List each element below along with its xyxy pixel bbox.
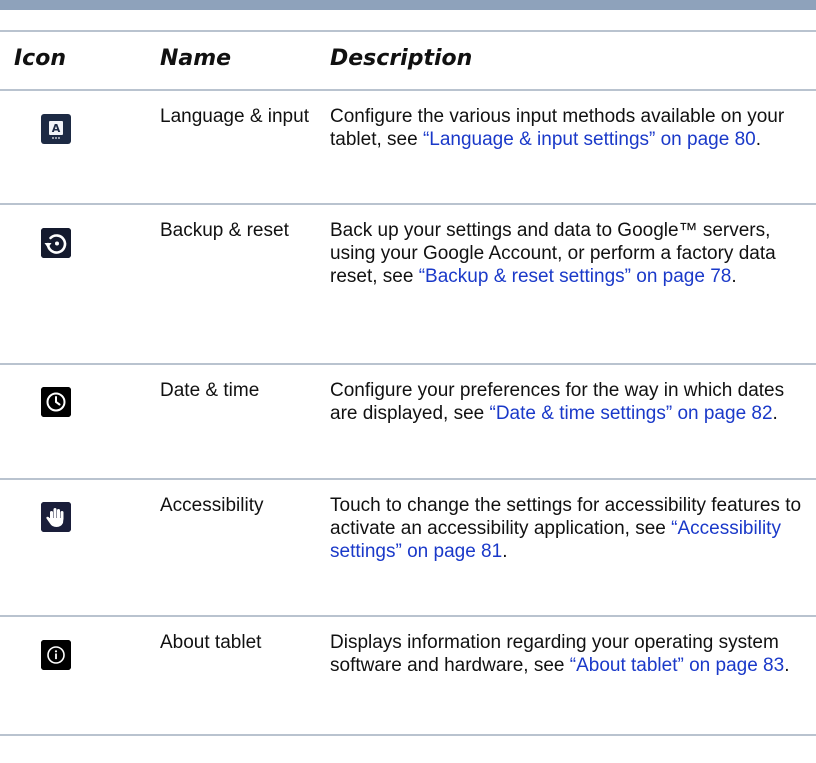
row-name: Language & input: [160, 106, 309, 127]
language-icon: A: [41, 114, 71, 144]
table-header: Icon Name Description: [0, 38, 816, 84]
row-description: Configure your preferences for the way i…: [330, 379, 810, 425]
date-time-settings-link[interactable]: “Date & time settings” on page 82: [490, 403, 773, 424]
hand-icon: [41, 502, 71, 532]
svg-text:A: A: [52, 122, 61, 135]
description-period: .: [755, 129, 761, 150]
header-icon: Icon: [14, 46, 67, 71]
table-row: Backup & reset Back up your settings and…: [0, 205, 816, 363]
backup-settings-link[interactable]: “Backup & reset settings” on page 78: [419, 266, 732, 287]
table-row: Accessibility Touch to change the settin…: [0, 480, 816, 615]
row-description: Touch to change the settings for accessi…: [330, 494, 810, 563]
table-row: A Language & input Configure the various…: [0, 91, 816, 203]
row-description: Configure the various input methods avai…: [330, 105, 810, 151]
row-name: About tablet: [160, 632, 262, 653]
table-row: Date & time Configure your preferences f…: [0, 365, 816, 478]
description-period: .: [784, 655, 790, 676]
description-period: .: [502, 541, 508, 562]
description-period: .: [772, 403, 778, 424]
table-bottom-rule: [0, 734, 816, 736]
top-color-bar: [0, 0, 816, 10]
header-description: Description: [330, 46, 473, 71]
clock-icon: [41, 387, 71, 417]
language-settings-link[interactable]: “Language & input settings” on page 80: [423, 129, 756, 150]
description-period: .: [731, 266, 737, 287]
row-name: Accessibility: [160, 495, 264, 516]
row-name: Date & time: [160, 380, 260, 401]
header-name: Name: [160, 46, 232, 71]
about-tablet-link[interactable]: “About tablet” on page 83: [570, 655, 784, 676]
backup-restore-icon: [41, 228, 71, 258]
row-description: Back up your settings and data to Google…: [330, 219, 810, 288]
row-name: Backup & reset: [160, 220, 289, 241]
header-top-rule: [0, 30, 816, 32]
table-row: About tablet Displays information regard…: [0, 617, 816, 734]
info-icon: [41, 640, 71, 670]
row-description: Displays information regarding your oper…: [330, 631, 810, 677]
